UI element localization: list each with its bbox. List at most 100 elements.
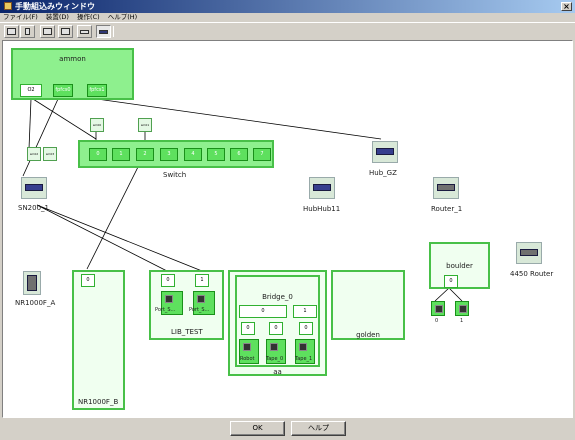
library-tool-button[interactable] bbox=[96, 25, 111, 38]
boulder-label: boulder bbox=[446, 262, 473, 270]
aa-label: aa bbox=[273, 368, 282, 376]
cartridge-tool-icon bbox=[80, 29, 89, 34]
library-tool-icon bbox=[99, 29, 108, 34]
hub-gz-node[interactable] bbox=[372, 141, 398, 163]
lib-test-device-0-label: Port_S... bbox=[155, 307, 176, 313]
nr1000f-b-label: NR1000F_B bbox=[78, 398, 119, 406]
switch-port-2[interactable]: 2 bbox=[136, 148, 154, 161]
drive-tool-icon bbox=[61, 28, 70, 35]
nr1000f-a-node[interactable] bbox=[23, 271, 41, 295]
move-tool-button[interactable] bbox=[4, 25, 19, 38]
lib-test-device-1-label: Port_S... bbox=[189, 307, 210, 313]
golden-label: golden bbox=[356, 331, 380, 339]
ammon-port-fpfcs0[interactable]: fpfcs0 bbox=[53, 84, 73, 97]
small-tag[interactable]: sm03 bbox=[43, 147, 57, 161]
lib-test-box[interactable]: 0 1 Port_S... Port_S... LIB_TEST bbox=[149, 270, 224, 340]
switch-device-icon bbox=[25, 184, 43, 191]
menu-file[interactable]: ファイル(F) bbox=[3, 13, 38, 21]
bridge-0-box[interactable]: Bridge_0 0 1 0 0 0 Robot Tape_0 Tape_1 bbox=[235, 275, 320, 367]
golden-box[interactable]: golden bbox=[331, 270, 405, 340]
switch-port-7[interactable]: 7 bbox=[253, 148, 271, 161]
router-1-label: Router_1 bbox=[431, 205, 463, 213]
window-title: 手動組込みウィンドウ bbox=[15, 2, 95, 11]
link-line bbox=[434, 287, 450, 302]
ok-button[interactable]: OK bbox=[230, 421, 285, 436]
link-line bbox=[28, 98, 32, 150]
drive-tool-button[interactable] bbox=[58, 25, 73, 38]
button-bar: OK ヘルプ bbox=[0, 418, 575, 440]
link-line bbox=[86, 160, 142, 270]
switch-port-0[interactable]: 0 bbox=[89, 148, 107, 161]
help-button[interactable]: ヘルプ bbox=[291, 421, 346, 436]
router-1-node[interactable] bbox=[433, 177, 459, 199]
ammon-port-o2[interactable]: O2 bbox=[20, 84, 42, 97]
small-tag[interactable]: sm01 bbox=[138, 118, 152, 132]
aa-port[interactable]: 0 bbox=[241, 322, 255, 335]
bridge-0-port-0[interactable]: 0 bbox=[239, 305, 287, 318]
switch-port-3[interactable]: 3 bbox=[160, 148, 178, 161]
router-4450-node[interactable] bbox=[516, 242, 542, 264]
robot-label: Robot bbox=[240, 356, 255, 362]
lib-test-label: LIB_TEST bbox=[171, 328, 203, 336]
ammon-label: ammon bbox=[59, 55, 86, 63]
menu-device[interactable]: 装置(D) bbox=[46, 13, 69, 21]
switch-port-5[interactable]: 5 bbox=[207, 148, 225, 161]
move-tool-icon bbox=[7, 28, 16, 35]
switch-port-4[interactable]: 4 bbox=[184, 148, 202, 161]
switch-port-1[interactable]: 1 bbox=[112, 148, 130, 161]
boulder-box[interactable]: boulder 0 bbox=[429, 242, 490, 289]
lib-test-port-0[interactable]: 0 bbox=[161, 274, 175, 287]
tape-1-label: Tape_1 bbox=[295, 356, 313, 362]
close-button[interactable]: × bbox=[561, 2, 572, 11]
bridge-0-port-1[interactable]: 1 bbox=[293, 305, 317, 318]
hub-icon bbox=[376, 148, 394, 155]
router-4450-label: 4450 Router bbox=[510, 270, 554, 278]
toolbar-separator bbox=[113, 26, 114, 37]
hubhub11-label: HubHub11 bbox=[303, 205, 341, 213]
sn200-node[interactable] bbox=[21, 177, 47, 199]
boulder-port[interactable]: 0 bbox=[444, 275, 458, 288]
app-icon bbox=[4, 2, 12, 10]
sn200-label: SN200_1 bbox=[18, 204, 49, 212]
switch-box[interactable]: 0 1 2 3 4 5 6 7 bbox=[78, 140, 274, 168]
boulder-child-0[interactable] bbox=[431, 301, 445, 316]
window-title-bar: 手動組込みウィンドウ × bbox=[0, 0, 575, 13]
ammon-host-box[interactable]: ammon O2 fpfcs0 fpfcs1 bbox=[11, 48, 134, 100]
ammon-port-fpfcs1[interactable]: fpfcs1 bbox=[87, 84, 107, 97]
router-icon bbox=[520, 249, 538, 256]
menu-help[interactable]: ヘルプ(H) bbox=[108, 13, 137, 21]
link-line bbox=[448, 287, 463, 302]
switch-port-6[interactable]: 6 bbox=[230, 148, 248, 161]
link-line bbox=[36, 204, 168, 272]
lib-test-port-1[interactable]: 1 bbox=[195, 274, 209, 287]
nr1000f-b-port[interactable]: 0 bbox=[81, 274, 95, 287]
aa-box[interactable]: Bridge_0 0 1 0 0 0 Robot Tape_0 Tape_1 a… bbox=[228, 270, 327, 376]
bridge-0-label: Bridge_0 bbox=[262, 293, 293, 301]
list-tool-icon bbox=[43, 28, 52, 35]
nr1000f-b-box[interactable]: 0 NR1000F_B bbox=[72, 270, 125, 410]
pause-tool-icon bbox=[25, 28, 30, 35]
pause-tool-button[interactable] bbox=[20, 25, 35, 38]
menu-operation[interactable]: 操作(C) bbox=[77, 13, 100, 21]
boulder-child-1-label: 1 bbox=[460, 318, 464, 324]
hub-icon bbox=[313, 184, 331, 191]
tape-0-label: Tape_0 bbox=[266, 356, 284, 362]
small-tag[interactable]: sm02 bbox=[27, 147, 41, 161]
hubhub11-node[interactable] bbox=[309, 177, 335, 199]
aa-port[interactable]: 0 bbox=[299, 322, 313, 335]
menu-bar: ファイル(F) 装置(D) 操作(C) ヘルプ(H) bbox=[0, 13, 575, 22]
nr1000f-a-label: NR1000F_A bbox=[15, 299, 56, 307]
link-line bbox=[36, 204, 203, 272]
toolbar bbox=[0, 22, 575, 39]
small-tag[interactable]: sm00 bbox=[90, 118, 104, 132]
list-tool-button[interactable] bbox=[40, 25, 55, 38]
switch-label: Switch bbox=[163, 171, 187, 179]
diagram-canvas[interactable]: ammon O2 fpfcs0 fpfcs1 sm00 sm01 sm02 sm… bbox=[2, 40, 573, 418]
boulder-child-1[interactable] bbox=[455, 301, 469, 316]
link-line bbox=[22, 98, 59, 177]
boulder-child-0-label: 0 bbox=[435, 318, 439, 324]
cartridge-tool-button[interactable] bbox=[77, 25, 92, 38]
aa-port[interactable]: 0 bbox=[269, 322, 283, 335]
hub-gz-label: Hub_GZ bbox=[369, 169, 397, 177]
router-icon bbox=[437, 184, 455, 191]
